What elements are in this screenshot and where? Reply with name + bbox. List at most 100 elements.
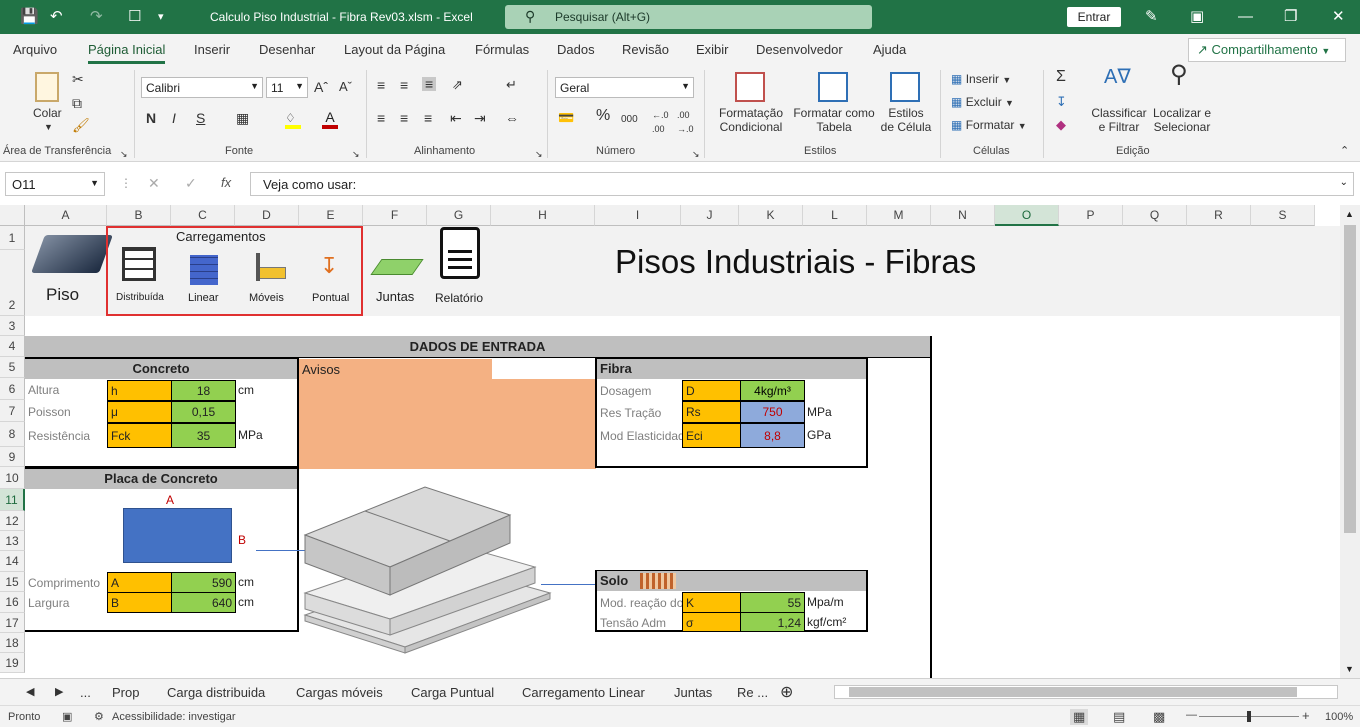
sheet-tab-carga-puntual[interactable]: Carga Puntual	[411, 685, 494, 700]
tab-arquivo[interactable]: Arquivo	[13, 42, 57, 57]
sheet-tab-cargas-moveis[interactable]: Cargas móveis	[296, 685, 383, 700]
autosum-icon[interactable]: Σ	[1056, 69, 1066, 85]
normal-view-icon[interactable]: ▦	[1070, 709, 1089, 725]
fill-color-icon[interactable]: ♢	[285, 111, 301, 129]
distribuida-button[interactable]: Distribuída	[116, 292, 164, 303]
sort-filter-button[interactable]: Classificar e Filtrar	[1090, 106, 1148, 134]
resistencia-value[interactable]: 35	[171, 423, 236, 448]
enter-icon[interactable]: ✓	[185, 175, 197, 192]
forklift-icon[interactable]	[254, 253, 290, 283]
column-header-l[interactable]: L	[803, 205, 867, 226]
find-icon[interactable]: ⚲	[1170, 63, 1188, 87]
dialog-launcher-icon[interactable]: ↘	[535, 147, 543, 161]
insert-function-icon[interactable]: fx	[221, 175, 231, 190]
floor-slab-icon[interactable]	[31, 235, 113, 273]
column-header-h[interactable]: H	[491, 205, 595, 226]
column-header-s[interactable]: S	[1251, 205, 1315, 226]
ribbon-display-icon[interactable]: ▣	[1190, 8, 1204, 26]
align-middle-icon[interactable]: ≡	[400, 78, 408, 92]
shelf-icon[interactable]	[122, 247, 156, 281]
tab-exibir[interactable]: Exibir	[696, 42, 729, 57]
column-header-q[interactable]: Q	[1123, 205, 1187, 226]
undo-icon[interactable]: ↶	[50, 8, 63, 26]
point-load-icon[interactable]: ↧	[320, 253, 338, 279]
redo-icon[interactable]: ↷	[90, 8, 103, 26]
font-name-select[interactable]: Calibri ▼	[141, 77, 263, 98]
clear-icon[interactable]: ◆	[1056, 118, 1066, 132]
mod-reacao-value[interactable]: 55	[740, 592, 805, 613]
row-header-9[interactable]: 9	[0, 447, 25, 467]
shrink-font-icon[interactable]: Aˇ	[339, 80, 352, 94]
align-top-icon[interactable]: ≡	[377, 78, 385, 92]
insert-cells-button[interactable]: ▦ Inserir ▼	[951, 72, 1011, 87]
row-header-8[interactable]: 8	[0, 422, 25, 447]
zoom-level[interactable]: 100%	[1325, 711, 1353, 723]
sheet-tab-prop[interactable]: Prop	[112, 685, 139, 700]
signin-button[interactable]: Entrar	[1067, 7, 1121, 27]
wrap-text-icon[interactable]: ↵	[506, 78, 517, 92]
row-header-19[interactable]: 19	[0, 653, 25, 673]
sort-filter-icon[interactable]: A∇	[1104, 67, 1131, 87]
thousands-button[interactable]: 000	[621, 113, 638, 127]
conditional-format-button[interactable]: Formatação Condicional	[713, 106, 789, 134]
maximize-icon[interactable]: ❐	[1284, 8, 1297, 26]
merge-center-icon[interactable]: ⇔	[505, 111, 519, 125]
quick-access-icon[interactable]: ☐	[128, 8, 141, 26]
column-header-i[interactable]: I	[595, 205, 681, 226]
collapse-ribbon-icon[interactable]: ⌃	[1340, 144, 1349, 158]
row-header-1[interactable]: 1	[0, 226, 25, 250]
search-box[interactable]: ⚲ Pesquisar (Alt+G)	[505, 5, 872, 29]
row-header-5[interactable]: 5	[0, 357, 25, 378]
row-header-18[interactable]: 18	[0, 633, 25, 653]
italic-button[interactable]: I	[172, 111, 176, 125]
altura-value[interactable]: 18	[171, 380, 236, 401]
minimize-icon[interactable]: —	[1238, 8, 1253, 26]
tab-pagina-inicial[interactable]: Página Inicial	[88, 42, 166, 64]
column-header-d[interactable]: D	[235, 205, 299, 226]
hscroll-thumb[interactable]	[849, 687, 1297, 697]
percent-button[interactable]: %	[596, 108, 610, 124]
tab-layout[interactable]: Layout da Página	[344, 42, 445, 57]
close-icon[interactable]: ✕	[1332, 8, 1345, 26]
row-header-12[interactable]: 12	[0, 511, 25, 531]
row-header-2[interactable]: 2	[0, 250, 25, 316]
piso-button[interactable]: Piso	[46, 285, 79, 305]
row-header-10[interactable]: 10	[0, 467, 25, 489]
largura-value[interactable]: 640	[171, 592, 236, 613]
accessibility-icon[interactable]: ⚙	[94, 710, 104, 723]
row-header-11[interactable]: 11	[0, 489, 25, 511]
comprimento-value[interactable]: 590	[171, 572, 236, 593]
fill-icon[interactable]: ↧	[1056, 95, 1067, 109]
scroll-right-icon[interactable]: ▶	[55, 685, 63, 698]
moveis-button[interactable]: Móveis	[249, 292, 284, 304]
sheet-tab-relatorio[interactable]: Re ...	[737, 685, 768, 700]
row-header-17[interactable]: 17	[0, 613, 25, 633]
column-header-e[interactable]: E	[299, 205, 363, 226]
borders-icon[interactable]: ▦	[236, 111, 249, 125]
zoom-in-icon[interactable]: +	[1302, 708, 1310, 723]
increase-decimal-icon[interactable]: ←.0.00	[652, 108, 669, 136]
font-size-select[interactable]: 11 ▼	[266, 77, 308, 98]
save-icon[interactable]: 💾	[20, 8, 39, 26]
column-header-o[interactable]: O	[995, 205, 1059, 226]
cell-styles-icon[interactable]	[890, 72, 920, 102]
page-layout-icon[interactable]: ▤	[1113, 709, 1125, 725]
zoom-out-icon[interactable]: —	[1186, 709, 1197, 721]
column-header-a[interactable]: A	[25, 205, 107, 226]
row-header-7[interactable]: 7	[0, 400, 25, 422]
column-header-f[interactable]: F	[363, 205, 427, 226]
tab-desenvolvedor[interactable]: Desenvolvedor	[756, 42, 843, 57]
format-cells-button[interactable]: ▦ Formatar ▼	[951, 118, 1027, 133]
column-header-b[interactable]: B	[107, 205, 171, 226]
chevron-down-icon[interactable]: ▼	[44, 120, 53, 134]
sheet-tab-juntas[interactable]: Juntas	[674, 685, 712, 700]
align-bottom-icon[interactable]: ≡	[422, 77, 437, 91]
name-box[interactable]: O11 ▼	[5, 172, 105, 196]
dialog-launcher-icon[interactable]: ↘	[692, 147, 700, 161]
find-select-button[interactable]: Localizar e Selecionar	[1148, 106, 1216, 134]
font-color-icon[interactable]: A	[322, 109, 338, 129]
formula-input[interactable]: Veja como usar: ⌄	[250, 172, 1354, 196]
copy-icon[interactable]: ⧉	[72, 96, 82, 110]
tab-formulas[interactable]: Fórmulas	[475, 42, 529, 57]
column-header-r[interactable]: R	[1187, 205, 1251, 226]
